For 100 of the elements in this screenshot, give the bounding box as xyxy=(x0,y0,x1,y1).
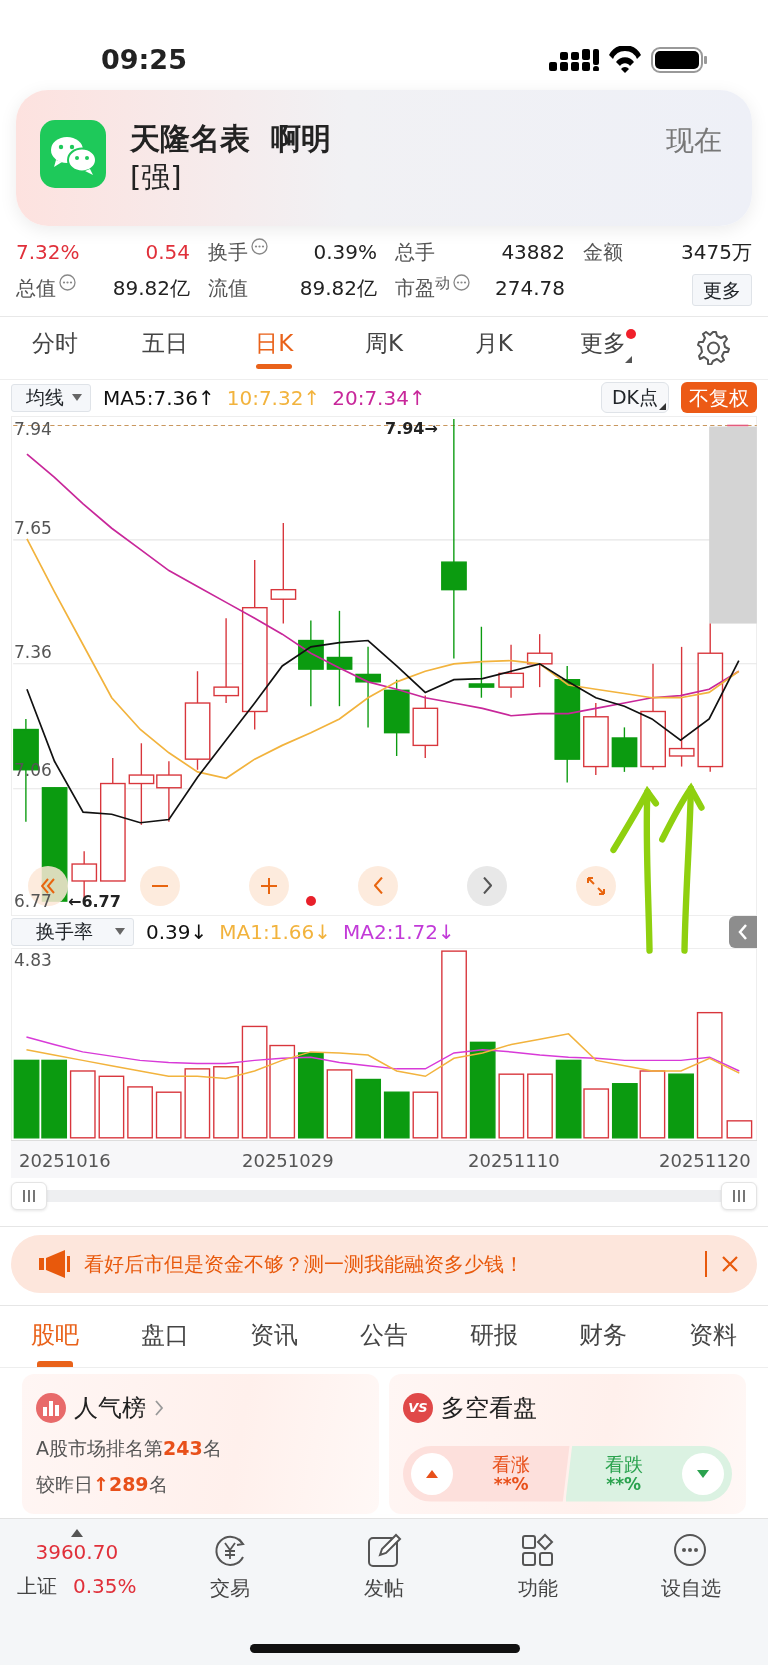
nav-item[interactable]: 交易 xyxy=(153,1519,308,1665)
chart-tab[interactable]: 分时 xyxy=(0,316,110,379)
volume-bar xyxy=(412,1091,439,1138)
edit-icon xyxy=(366,1533,402,1569)
chart-control-button[interactable] xyxy=(358,865,398,906)
card-title: 人气榜 xyxy=(74,1392,146,1424)
price-change: 0.54 xyxy=(144,239,190,266)
axis-label: 7.36 xyxy=(14,642,52,661)
bear-value: **% xyxy=(606,1473,643,1494)
volume-bar xyxy=(383,1091,410,1138)
volume-bar xyxy=(639,1069,666,1138)
stat-value: 89.82亿 xyxy=(111,275,190,302)
notification-message: [强] xyxy=(130,159,183,196)
grip-icon xyxy=(732,1187,746,1204)
price-change: 7.32% xyxy=(16,239,81,266)
megaphone-icon xyxy=(39,1248,70,1279)
axis-label: 6.77 xyxy=(14,891,52,910)
close-icon xyxy=(721,1254,739,1273)
chevron-left-icon xyxy=(373,877,383,894)
stat-value: 0.39% xyxy=(312,239,377,266)
chart-tab[interactable]: 周K xyxy=(329,316,439,379)
bear-label: 看跌 xyxy=(603,1453,644,1474)
collapse-button[interactable] xyxy=(729,915,757,948)
up-triangle-icon xyxy=(70,1529,83,1537)
double-chevron-icon xyxy=(41,877,55,894)
bull-value: **% xyxy=(493,1473,530,1494)
chart-tab[interactable]: 更多 xyxy=(548,316,659,379)
indicator-reading: 0.39↓ xyxy=(146,918,208,946)
index-value: 3960.70 xyxy=(35,1539,119,1566)
notification-banner[interactable]: 天隆名表 啊明 [强] 现在 xyxy=(16,90,752,226)
content-tab[interactable]: 公告 xyxy=(329,1305,439,1367)
volume-bar xyxy=(355,1078,381,1138)
volume-bar xyxy=(611,1082,638,1138)
stat-label: 流值 xyxy=(208,276,248,300)
chevron-right-icon xyxy=(154,1398,164,1417)
wifi-icon xyxy=(607,46,643,74)
chart-tab[interactable]: 五日 xyxy=(109,316,220,379)
notification-title: 天隆名表 啊明 xyxy=(130,120,332,158)
nav-item[interactable]: 功能 xyxy=(460,1519,615,1665)
bull-label: 看涨 xyxy=(491,1453,532,1474)
settings-icon[interactable] xyxy=(696,330,730,365)
versus-badge: VS xyxy=(403,1392,433,1423)
ma-reading: 10:7.32↑ xyxy=(226,384,321,412)
high-price-label: 7.94→ xyxy=(385,419,438,438)
close-button[interactable] xyxy=(721,1254,739,1273)
info-icon[interactable] xyxy=(453,274,470,291)
content-tab[interactable]: 盘口 xyxy=(109,1305,220,1367)
stat-value: 43882 xyxy=(500,239,565,266)
stat-label: 总值 xyxy=(16,276,56,300)
volume-bar xyxy=(155,1091,182,1138)
promo-text: 看好后市但是资金不够？测一测我能融资多少钱！ xyxy=(84,1250,525,1278)
stat-label: 换手 xyxy=(208,240,248,264)
minus-icon xyxy=(152,884,168,887)
marker-dot xyxy=(306,895,316,906)
content-tab[interactable]: 研报 xyxy=(438,1305,549,1367)
indicator-reading: MA1:1.66↓ xyxy=(219,918,331,946)
content-tab[interactable]: 财务 xyxy=(548,1305,659,1367)
date-label: 20251016 xyxy=(19,1148,111,1173)
volume-bar xyxy=(127,1085,153,1138)
stat-label: 总手 xyxy=(395,240,435,264)
ma-reading: MA5:7.36↑ xyxy=(103,384,215,412)
info-icon[interactable] xyxy=(59,274,76,291)
indicator-dropdown[interactable]: 换手率 xyxy=(11,917,134,946)
chat-bubbles-icon xyxy=(40,120,106,188)
range-handle[interactable] xyxy=(11,1181,47,1210)
indicator-dropdown[interactable]: 均线 xyxy=(11,383,91,412)
apps-grid-icon xyxy=(519,1533,556,1569)
chart-tab[interactable]: 月K xyxy=(438,316,549,379)
index-name: 上证 xyxy=(17,1573,57,1600)
stat-value: 3475万 xyxy=(680,239,752,266)
axis-label: 7.65 xyxy=(14,518,52,537)
nav-item[interactable]: 设自选 xyxy=(614,1519,768,1665)
nav-item[interactable]: 发帖 xyxy=(307,1519,461,1665)
candlestick xyxy=(498,643,525,698)
caret-icon xyxy=(72,394,82,401)
candlestick xyxy=(611,726,638,773)
more-button[interactable]: 更多 xyxy=(692,273,752,306)
stat-value: 89.82亿 xyxy=(298,275,377,302)
volume-bar xyxy=(498,1073,525,1138)
range-handle[interactable] xyxy=(721,1181,757,1210)
battery-icon xyxy=(651,47,708,73)
popularity-card[interactable]: 人气榜 A股市场排名第243名 较昨日↑289名 xyxy=(22,1373,379,1514)
index-change: 0.35% xyxy=(73,1573,137,1600)
index-quote[interactable]: 3960.70 上证 0.35% xyxy=(0,1519,154,1665)
date-label: 20251110 xyxy=(468,1148,560,1173)
info-icon[interactable] xyxy=(251,238,268,255)
dk-points-button[interactable]: DK点 xyxy=(600,382,669,413)
chart-control-button[interactable] xyxy=(249,865,289,906)
content-tab[interactable]: 资料 xyxy=(658,1305,768,1367)
notification-time: 现在 xyxy=(666,123,722,159)
rank-change-text: 较昨日↑289名 xyxy=(36,1472,169,1497)
candlestick xyxy=(412,694,439,759)
stat-label: 市盈$^{动}$ xyxy=(395,276,450,300)
content-tab[interactable]: 资讯 xyxy=(219,1305,330,1367)
signal-icon xyxy=(549,49,599,71)
rank-text: A股市场排名第243名 xyxy=(36,1435,223,1461)
date-label: 20251029 xyxy=(242,1148,334,1173)
volume-bar xyxy=(326,1068,353,1138)
caret-icon xyxy=(115,928,125,935)
chart-control-button[interactable] xyxy=(576,865,616,906)
